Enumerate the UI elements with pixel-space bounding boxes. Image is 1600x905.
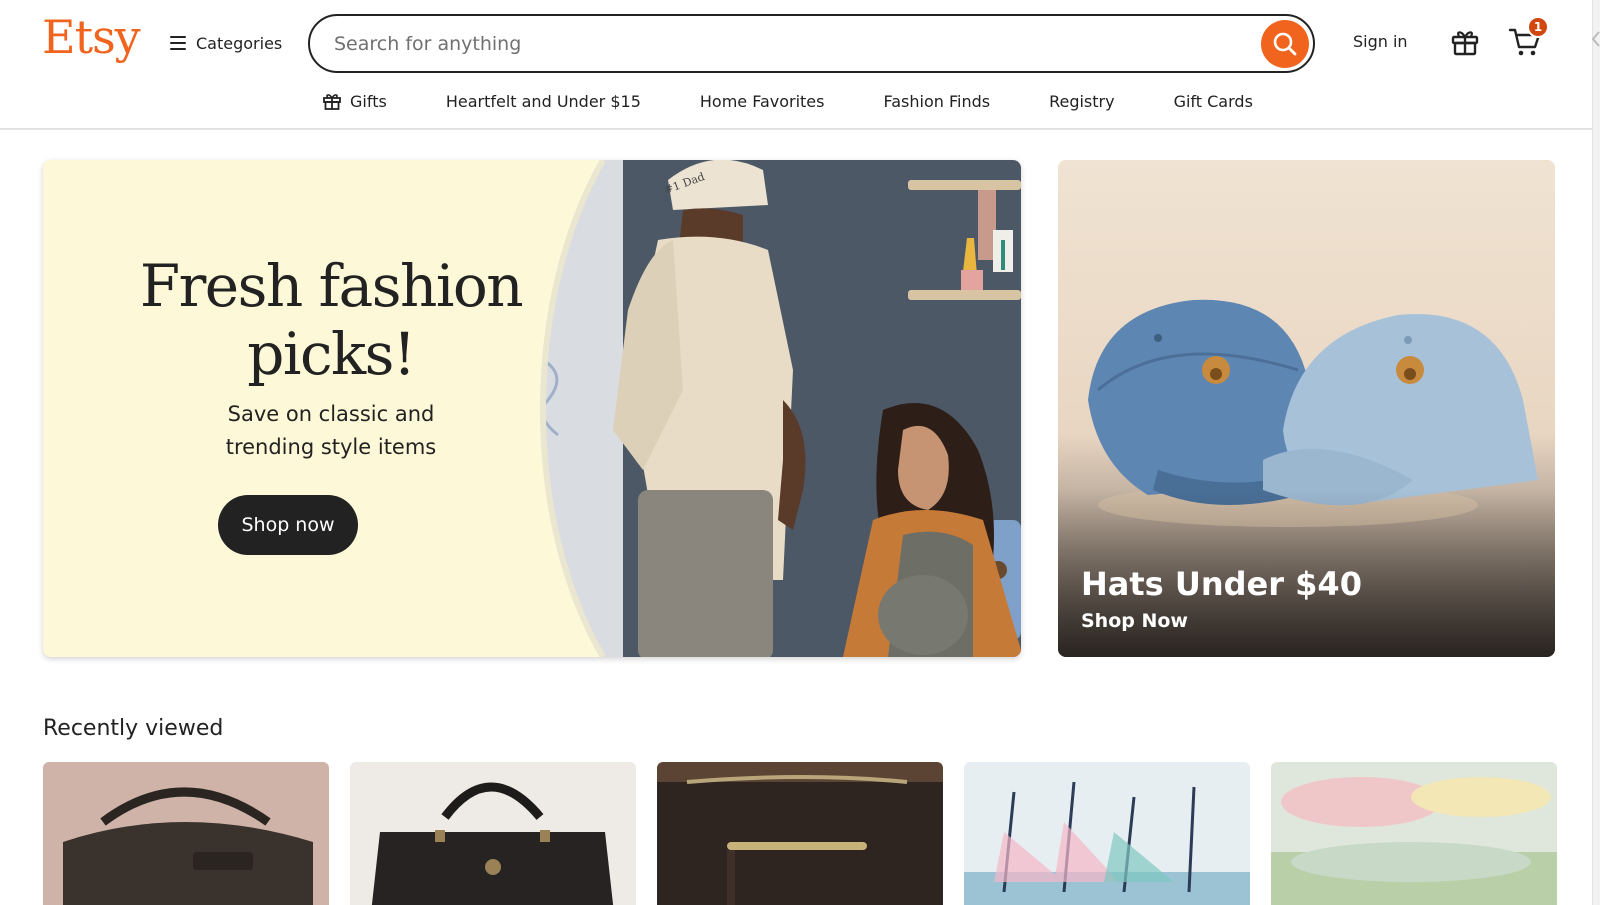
hero-title: Fresh fashion picks! (91, 252, 571, 388)
hero-subtitle-line: trending style items (225, 435, 437, 459)
nav-item-label: Fashion Finds (883, 91, 991, 111)
product-thumbnail (1271, 762, 1557, 905)
hero-subtitle-line: Save on classic and (227, 402, 435, 426)
nav-item-registry[interactable]: Registry (1049, 92, 1115, 111)
hero-banner[interactable]: #1 Dad Fresh fashion picks! Save on clas… (43, 160, 1021, 657)
hero-title-line: Fresh fashion (139, 252, 524, 320)
sign-in-link[interactable]: Sign in (1353, 32, 1408, 51)
product-thumbnail (43, 762, 329, 905)
nav-item-gift-cards[interactable]: Gift Cards (1174, 92, 1253, 111)
hamburger-icon (170, 36, 186, 50)
site-header: Etsy Categories Sign in 1 (0, 0, 1600, 130)
nav-item-label: Home Favorites (699, 91, 825, 111)
recently-viewed-row (43, 762, 1557, 905)
list-item[interactable] (657, 762, 943, 905)
nav-item-label: Heartfelt and Under $15 (445, 91, 641, 111)
scrollbar-track[interactable] (1592, 0, 1600, 905)
search-button[interactable] (1261, 20, 1309, 68)
categories-label: Categories (196, 33, 283, 53)
category-nav: Gifts Heartfelt and Under $15 Home Favor… (322, 88, 1253, 114)
product-thumbnail (964, 762, 1250, 905)
nav-item-heartfelt[interactable]: Heartfelt and Under $15 (446, 92, 641, 111)
hats-promo-title: Hats Under $40 (1081, 565, 1362, 603)
recently-viewed-title: Recently viewed (43, 716, 224, 741)
nav-item-label: Registry (1049, 91, 1115, 111)
list-item[interactable] (964, 762, 1250, 905)
hero-title-line: picks! (247, 320, 416, 388)
cart-count-badge: 1 (1527, 16, 1549, 38)
gift-icon (323, 94, 341, 110)
nav-item-home-favorites[interactable]: Home Favorites (700, 92, 825, 111)
search-input[interactable] (334, 32, 1214, 55)
gift-icon[interactable] (1449, 26, 1481, 58)
list-item[interactable] (1271, 762, 1557, 905)
hats-shop-now-link[interactable]: Shop Now (1081, 610, 1188, 632)
categories-button[interactable]: Categories (170, 30, 282, 56)
hats-promo-card[interactable]: Hats Under $40 Shop Now (1058, 160, 1555, 657)
list-item[interactable] (350, 762, 636, 905)
shop-now-button[interactable]: Shop now (218, 495, 358, 555)
search-icon (1273, 32, 1297, 56)
product-thumbnail (350, 762, 636, 905)
etsy-logo[interactable]: Etsy (42, 10, 141, 64)
nav-item-label: Gift Cards (1173, 91, 1253, 111)
search-bar (308, 14, 1315, 73)
nav-item-fashion-finds[interactable]: Fashion Finds (883, 92, 990, 111)
chevron-left-icon (1591, 31, 1600, 47)
nav-item-label: Gifts (350, 91, 387, 111)
list-item[interactable] (43, 762, 329, 905)
nav-item-gifts[interactable]: Gifts (322, 91, 387, 111)
hero-subtitle: Save on classic and trending style items (151, 398, 511, 464)
product-thumbnail (657, 762, 943, 905)
